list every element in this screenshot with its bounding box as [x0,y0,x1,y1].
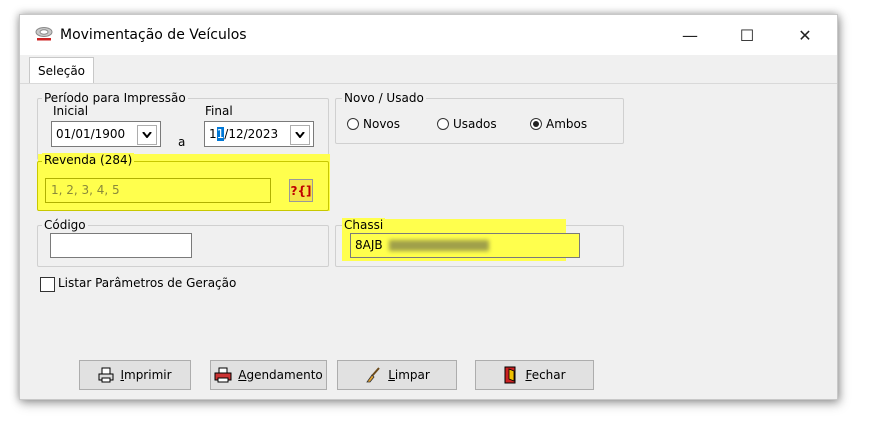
tab-label: Seleção [38,63,86,78]
tab-selecao[interactable]: Seleção [29,57,95,83]
radio-circle-selected [530,118,542,130]
revenda-legend: Revenda (284) [42,153,135,167]
schedule-printer-icon [214,367,232,383]
listar-label: Listar Parâmetros de Geração [58,276,237,290]
window-title: Movimentação de Veículos [60,27,247,43]
novo-usado-legend: Novo / Usado [342,91,426,105]
codigo-legend: Código [42,218,88,232]
chevron-down-icon[interactable] [137,125,157,145]
broom-icon [366,367,380,383]
codigo-input[interactable] [50,233,192,258]
imprimir-button[interactable]: Imprimir [79,360,191,390]
title-bar: Movimentação de Veículos — ☐ ✕ [20,15,837,55]
radio-label: Novos [363,117,401,131]
chassi-legend: Chassi [342,218,386,232]
inicial-date-picker[interactable]: 01/01/1900 [51,121,161,147]
lookup-icon: ?{] [290,183,312,198]
radio-circle [437,118,449,130]
minimize-button[interactable]: — [670,21,710,49]
date-separator: a [178,135,186,149]
exit-door-icon [504,366,516,384]
final-label: Final [205,104,233,118]
listar-checkbox[interactable] [40,277,55,292]
revenda-value: 1, 2, 3, 4, 5 [51,183,120,197]
printer-icon [98,367,114,383]
inicial-label: Inicial [53,104,89,118]
imprimir-label: Imprimir [120,368,172,382]
chassi-input[interactable]: 8AJB [350,233,580,258]
periodo-legend: Período para Impressão [42,91,188,105]
radio-label: Ambos [546,117,588,131]
app-logo-icon [35,27,53,41]
app-window: Movimentação de Veículos — ☐ ✕ Seleção P… [19,14,838,400]
revenda-lookup-button[interactable]: ?{] [289,179,313,202]
fechar-label: Fechar [525,368,566,382]
radio-usados[interactable]: Usados [437,117,497,131]
agendamento-button[interactable]: Agendamento [210,360,327,390]
close-button[interactable]: ✕ [785,21,825,49]
maximize-button[interactable]: ☐ [727,21,767,49]
close-icon: ✕ [798,25,812,45]
chevron-down-icon[interactable] [290,125,310,145]
chassi-value: 8AJB [355,238,383,252]
minimize-icon: — [682,25,698,45]
agendamento-label: Agendamento [238,368,323,382]
final-date-part: 1 [209,127,217,141]
limpar-label: Limpar [388,368,430,382]
tab-bar: Seleção [20,55,837,84]
limpar-button[interactable]: Limpar [337,360,457,390]
final-date-value: 11/12/2023 [209,127,278,141]
maximize-icon: ☐ [739,25,755,45]
radio-ambos[interactable]: Ambos [530,117,587,131]
final-date-picker[interactable]: 11/12/2023 [204,121,314,147]
chassi-redacted [389,240,489,251]
inicial-date-value: 01/01/1900 [56,127,126,141]
radio-novos[interactable]: Novos [347,117,400,131]
final-date-part: /12/2023 [224,127,279,141]
revenda-input[interactable]: 1, 2, 3, 4, 5 [45,178,271,203]
radio-circle [347,118,359,130]
radio-label: Usados [453,117,497,131]
fechar-button[interactable]: Fechar [475,360,594,390]
